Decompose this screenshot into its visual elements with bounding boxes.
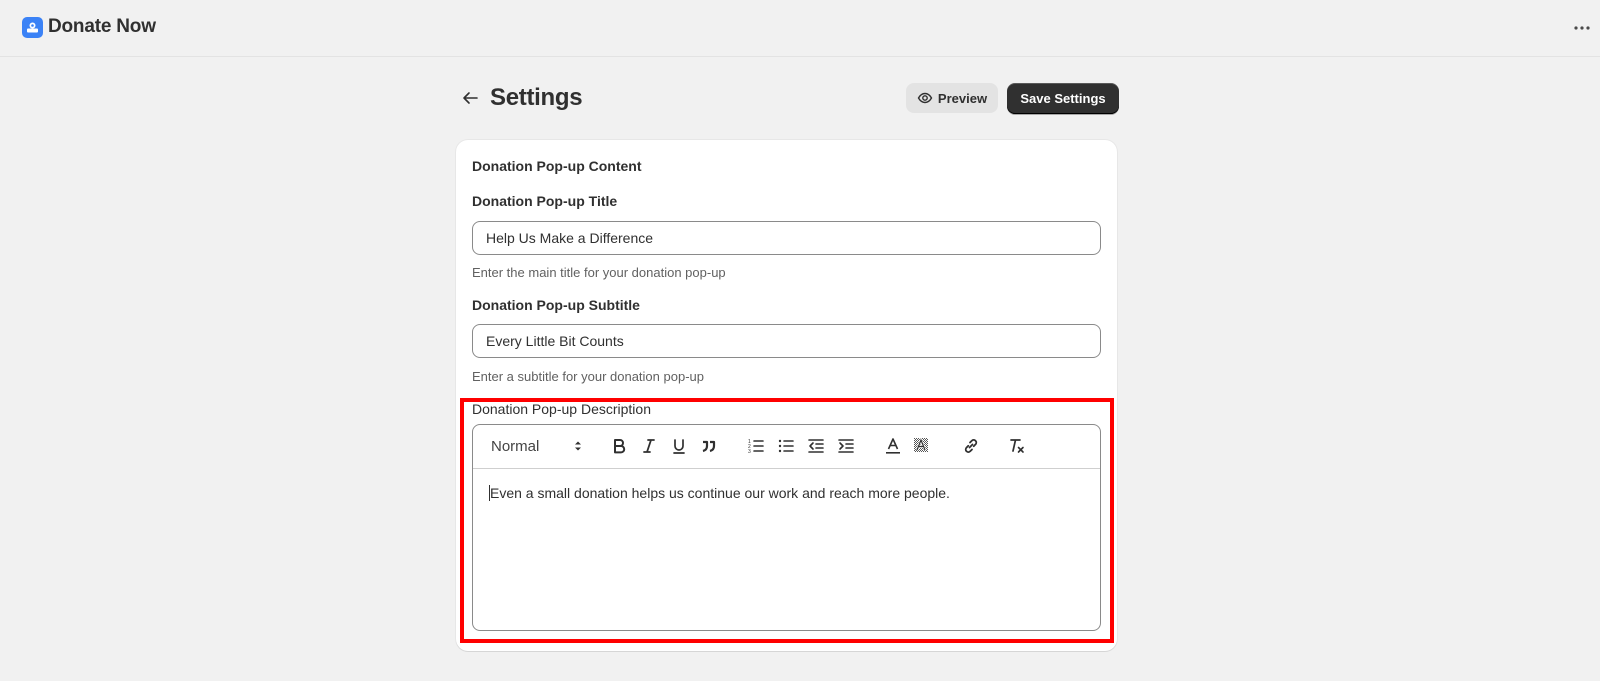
title-field-label: Donation Pop-up Title xyxy=(472,193,618,209)
clear-formatting-icon[interactable] xyxy=(1006,435,1028,457)
description-text: Even a small donation helps us continue … xyxy=(490,485,950,501)
app-title: Donate Now xyxy=(48,16,156,37)
subtitle-help-text: Enter a subtitle for your donation pop-u… xyxy=(472,369,704,384)
description-field-label: Donation Pop-up Description xyxy=(472,401,651,417)
select-arrows-icon xyxy=(575,441,581,451)
more-options-icon[interactable] xyxy=(1572,18,1592,38)
format-select[interactable]: Normal xyxy=(491,435,583,457)
text-color-icon[interactable] xyxy=(883,435,903,457)
app-logo-icon xyxy=(22,17,43,38)
editor-toolbar: Normal 123 xyxy=(473,425,1100,469)
donation-content-card: Donation Pop-up Content Donation Pop-up … xyxy=(456,140,1117,651)
link-icon[interactable] xyxy=(961,435,981,457)
section-heading: Donation Pop-up Content xyxy=(472,158,642,174)
preview-button-label: Preview xyxy=(937,90,988,106)
subtitle-field-label: Donation Pop-up Subtitle xyxy=(472,297,640,313)
italic-icon[interactable] xyxy=(639,435,659,457)
title-help-text: Enter the main title for your donation p… xyxy=(472,265,726,280)
background-color-icon[interactable] xyxy=(911,435,931,457)
title-input[interactable] xyxy=(472,221,1101,255)
quote-icon[interactable] xyxy=(698,435,720,457)
bold-icon[interactable] xyxy=(609,435,629,457)
subtitle-input[interactable] xyxy=(472,324,1101,358)
bullet-list-icon[interactable] xyxy=(776,435,796,457)
underline-icon[interactable] xyxy=(669,435,689,457)
save-settings-button[interactable]: Save Settings xyxy=(1007,83,1119,114)
svg-text:3: 3 xyxy=(748,449,751,454)
description-rich-text-editor[interactable]: Normal 123 Even a small donation helps u… xyxy=(472,424,1101,631)
editor-content-area[interactable]: Even a small donation helps us continue … xyxy=(489,483,1086,503)
preview-button[interactable]: Preview xyxy=(906,83,998,113)
eye-icon xyxy=(917,92,933,104)
format-select-value: Normal xyxy=(491,437,540,455)
back-arrow-icon[interactable] xyxy=(458,86,482,110)
page-title: Settings xyxy=(490,84,583,111)
top-bar: Donate Now xyxy=(0,0,1600,57)
ordered-list-icon[interactable]: 123 xyxy=(746,435,766,457)
outdent-icon[interactable] xyxy=(806,435,826,457)
indent-icon[interactable] xyxy=(836,435,856,457)
